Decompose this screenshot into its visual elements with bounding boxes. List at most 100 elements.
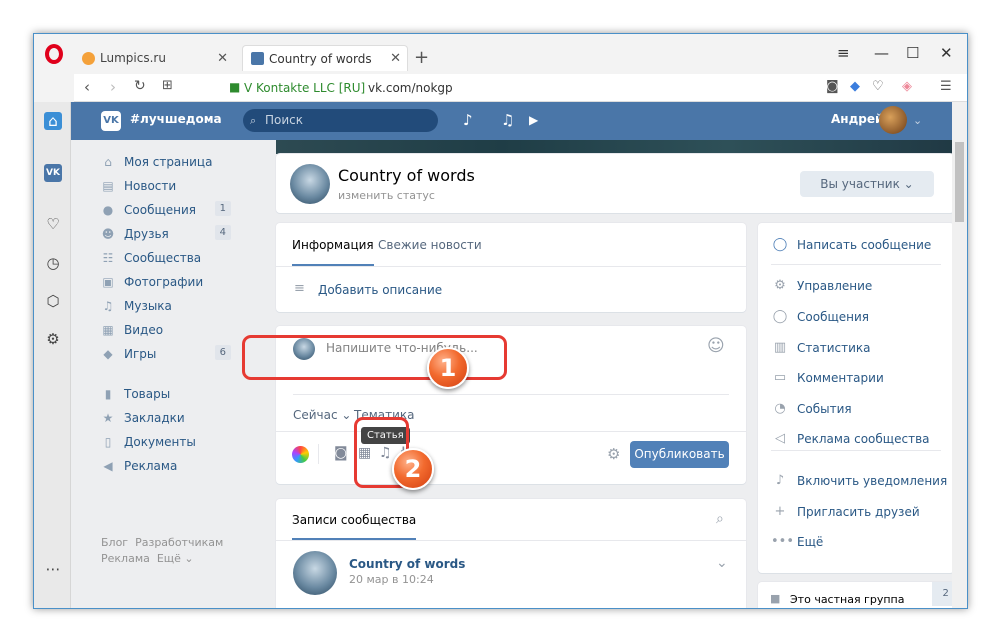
left-menu-item[interactable]: ▯ Документы [101,430,231,454]
right-menu-item[interactable]: ◯ Сообщения [771,309,869,324]
user-name[interactable]: Андрей [831,112,883,126]
new-tab-icon[interactable]: + [414,47,429,68]
chevron-down-icon[interactable]: ⌄ [913,114,922,127]
left-menu-item[interactable]: ▣ Фотографии [101,270,231,294]
left-menu-item[interactable]: ◆ Игры 6 [101,342,231,366]
home-icon[interactable]: ⌂ [44,112,62,130]
more-icon[interactable]: ⋯ [44,560,62,578]
post-author[interactable]: Country of words [349,557,465,571]
right-menu-item[interactable]: ◁ Реклама сообщества [771,431,930,446]
right-menu-label: Пригласить друзей [797,504,920,519]
close-window-icon[interactable]: ✕ [940,44,953,62]
search-icon[interactable]: ⌕ [716,511,724,527]
settings-icon[interactable]: ⚙ [44,330,62,348]
right-menu-item[interactable]: + Пригласить друзей [771,504,920,519]
scrollbar-thumb[interactable] [955,142,964,222]
left-menu-item[interactable]: ♫ Музыка [101,294,231,318]
right-menu-label: Ещё [797,534,824,549]
info-card: Информация Свежие новости ≡ Добавить опи… [276,223,746,312]
history-icon[interactable]: ◷ [44,254,62,272]
more-link[interactable]: Ещё ⌄ [157,552,194,565]
time-selector[interactable]: Сейчас ⌄ [293,408,351,422]
left-menu-item[interactable]: ● Сообщения 1 [101,198,231,222]
right-menu-item[interactable]: ▭ Комментарии [771,370,884,385]
tab-info[interactable]: Информация [292,238,374,266]
member-button[interactable]: Вы участник ⌄ [800,171,934,197]
lock-icon[interactable]: ■ [229,80,240,94]
maximize-icon[interactable]: ☐ [906,44,919,62]
left-menu-label: Сообщения [124,203,197,217]
group-cover [276,140,953,154]
add-description-link[interactable]: Добавить описание [318,283,442,297]
easy-setup-icon[interactable]: ☰ [940,79,952,94]
camera-icon[interactable]: ◙ [826,79,839,94]
speed-dial-icon[interactable]: ⊞ [162,78,173,93]
cube-icon[interactable]: ⬡ [44,292,62,310]
bell-icon[interactable]: ♪ [463,111,473,129]
back-icon[interactable]: ‹ [84,78,90,96]
right-menu-item[interactable]: ♪ Включить уведомления [771,473,947,488]
opera-logo-icon[interactable] [45,44,63,64]
more-icon: ••• [771,534,795,549]
messages-icon: ● [102,203,114,217]
search-input[interactable]: ⌕ Поиск [243,109,438,132]
heart-icon[interactable]: ♡ [44,215,62,233]
left-menu-item[interactable]: ▮ Товары [101,382,231,406]
dev-link[interactable]: Разработчикам [135,536,223,549]
right-menu-item[interactable]: ⚙ Управление [771,278,872,293]
count-badge: 4 [214,225,231,240]
right-menu-item[interactable]: ▥ Статистика [771,340,871,355]
address-bar: ‹ › ↻ ⊞ ■ V Kontakte LLC [RU] vk.com/nok… [74,74,967,102]
avatar[interactable] [879,106,907,134]
close-tab-icon[interactable]: ✕ [390,51,401,66]
play-icon[interactable]: ▶ [529,113,538,127]
security-label[interactable]: V Kontakte LLC [RU] [244,81,365,95]
left-menu-item[interactable]: ⌂ Моя страница [101,150,231,174]
events-icon: ◔ [774,401,786,416]
chevron-down-icon[interactable]: ⌄ [716,555,728,571]
tab-country-of-words[interactable]: Country of words ✕ [242,45,408,71]
hashtag-label[interactable]: #лучшедома [130,112,222,126]
heart-icon[interactable]: ♡ [872,79,884,94]
posts-title[interactable]: Записи сообщества [292,513,417,540]
extension-icon[interactable]: ◈ [902,79,912,94]
publish-button[interactable]: Опубликовать [630,441,729,468]
left-menu-label: Игры [124,347,157,361]
tab-news[interactable]: Свежие новости [378,238,482,252]
ads-link[interactable]: Реклама [101,552,150,565]
opera-sidebar: ⌂ VK ♡ ◷ ⬡ ⚙ ⋯ [34,102,71,608]
members-badge[interactable]: 2 ☻ [932,582,953,606]
right-menu-item[interactable]: ••• Ещё [771,534,823,549]
music-icon[interactable]: ♫ [501,111,514,129]
post-date[interactable]: 20 мар в 10:24 [349,573,434,586]
camera-icon[interactable]: ◙ [334,445,348,461]
left-menu-item[interactable]: ☻ Друзья 4 [101,222,231,246]
left-menu-label: Видео [124,323,164,337]
vk-logo-icon[interactable]: VK [101,111,121,131]
forward-icon[interactable]: › [110,78,116,96]
shield-icon[interactable]: ◆ [850,79,860,94]
left-menu-item[interactable]: ◀ Реклама [101,454,231,478]
left-menu-item[interactable]: ★ Закладки [101,406,231,430]
right-menu-item[interactable]: ◔ События [771,401,851,416]
write-message-link[interactable]: ◯ Написать сообщение [771,237,932,252]
status-link[interactable]: изменить статус [338,189,435,202]
scrollbar[interactable] [952,102,967,608]
video-icon: ▦ [102,323,114,337]
poster-icon[interactable] [292,446,309,463]
left-menu-item[interactable]: ▤ Новости [101,174,231,198]
url-field[interactable]: vk.com/nokgp [368,81,453,95]
vk-icon[interactable]: VK [44,164,62,182]
blog-link[interactable]: Блог [101,536,128,549]
post-author-avatar[interactable] [293,551,337,595]
close-tab-icon[interactable]: ✕ [217,51,228,66]
left-menu-item[interactable]: ☷ Сообщества [101,246,231,270]
emoji-icon[interactable]: ☺ [707,336,725,356]
minimize-icon[interactable]: — [874,44,889,62]
left-menu-item[interactable]: ▦ Видео [101,318,231,342]
gear-icon[interactable]: ⚙ [607,445,620,463]
tab-lumpics[interactable]: Lumpics.ru ✕ [74,45,234,71]
tab-menu-icon[interactable]: ≡ [837,44,850,62]
reload-icon[interactable]: ↻ [134,78,146,94]
group-avatar[interactable] [290,164,330,204]
